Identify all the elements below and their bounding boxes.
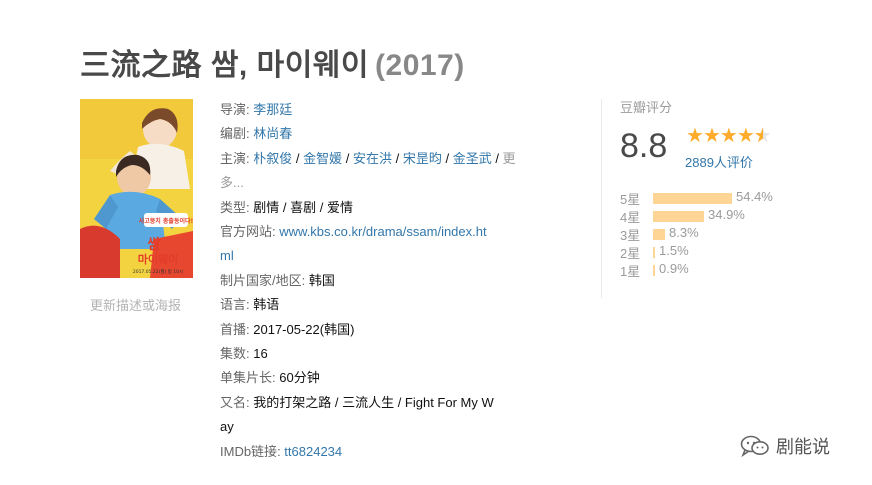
- rating-panel: 豆瓣评分 8.8 ★★★★★ 2889人评价 5星 54.4% 4星 34.9%…: [620, 97, 820, 279]
- breakdown-bar: [653, 247, 655, 258]
- rating-score: 8.8: [620, 127, 668, 165]
- website-link[interactable]: www.kbs.co.kr/drama/ssam/index.ht: [279, 224, 486, 239]
- language-row: 语言: 韩语: [220, 297, 280, 313]
- poster-title-line2: 마이웨이: [138, 252, 178, 266]
- breakdown-bar: [653, 193, 732, 204]
- watermark: 剧能说: [740, 433, 830, 463]
- breakdown-percent: 8.3%: [669, 225, 699, 240]
- writer-label: 编剧: [220, 126, 247, 142]
- star-icon: ★: [702, 125, 721, 147]
- country-value: 韩国: [308, 272, 335, 288]
- cast-link[interactable]: 安在洪: [353, 151, 392, 166]
- poster-date: 2017.05.22(월) 밤 10시: [133, 268, 183, 275]
- imdb-row: IMDb链接: tt6824234: [220, 443, 343, 459]
- runtime-row: 单集片长: 60分钟: [220, 370, 320, 386]
- breakdown-bar: [653, 265, 655, 276]
- poster-tagline: 사고뭉치 총출동이다!: [139, 217, 193, 225]
- genre-label: 类型: [220, 199, 247, 215]
- aka-label: 又名: [220, 394, 247, 410]
- writer-link[interactable]: 林尚春: [253, 126, 292, 141]
- premiere-row: 首播: 2017-05-22(韩国): [220, 321, 355, 337]
- cast-link[interactable]: 金圣武: [453, 151, 492, 166]
- website-link-cont[interactable]: ml: [220, 248, 234, 263]
- watermark-text: 剧能说: [776, 437, 830, 457]
- breakdown-bar: [653, 211, 704, 222]
- breakdown-label: 4星: [620, 210, 641, 225]
- breakdown-percent: 1.5%: [659, 243, 689, 258]
- episodes-value: 16: [253, 346, 268, 362]
- website-label: 官方网站: [220, 224, 273, 240]
- rating-stars-icon: ★★★★★: [686, 123, 772, 148]
- star-icon: ★: [736, 125, 755, 147]
- country-label: 制片国家/地区: [220, 272, 302, 288]
- premiere-label: 首播: [220, 321, 247, 337]
- premiere-value: 2017-05-22(韩国): [253, 321, 355, 337]
- star-icon: ★: [686, 125, 704, 147]
- genre-value: 喜剧: [290, 199, 317, 215]
- title-text: 三流之路 쌈, 마이웨이: [80, 49, 370, 82]
- page-title: 三流之路 쌈, 마이웨이 (2017): [80, 40, 465, 84]
- update-poster-link[interactable]: 更新描述或海报: [90, 295, 181, 314]
- breakdown-percent: 54.4%: [736, 189, 773, 204]
- genre-row: 类型: 剧情 / 喜剧 / 爱情: [220, 199, 353, 215]
- aka-value-cont: ay: [220, 419, 234, 435]
- cast-label: 主演: [220, 150, 247, 166]
- episodes-label: 集数: [220, 346, 247, 362]
- section-divider: [601, 99, 602, 298]
- breakdown-label: 3星: [620, 228, 641, 243]
- genre-value: 爱情: [326, 199, 353, 215]
- rating-label: 豆瓣评分: [620, 100, 673, 115]
- cast-row: 主演: 朴叙俊 / 金智媛 / 安在洪 / 宋昰昀 / 金圣武 / 更多...: [220, 150, 516, 191]
- language-label: 语言: [220, 297, 247, 313]
- country-row: 制片国家/地区: 韩国: [220, 272, 335, 288]
- poster-artwork: 사고뭉치 총출동이다! 쌈 마이웨이 2017.05.22(월) 밤 10시: [80, 99, 193, 278]
- poster-image[interactable]: 사고뭉치 총출동이다! 쌈 마이웨이 2017.05.22(월) 밤 10시: [80, 99, 193, 278]
- breakdown-label: 1星: [620, 264, 641, 279]
- half-star-icon: ★: [754, 123, 772, 148]
- info-panel: 导演: 李那廷 编剧: 林尚春 主演: 朴叙俊 / 金智媛 / 安在洪 / 宋昰…: [220, 98, 538, 464]
- cast-link[interactable]: 宋昰昀: [403, 151, 442, 166]
- imdb-link[interactable]: tt6824234: [284, 444, 342, 459]
- breakdown-label: 5星: [620, 192, 641, 207]
- website-row: 官方网站: www.kbs.co.kr/drama/ssam/index.ht m…: [220, 224, 487, 264]
- breakdown-percent: 34.9%: [708, 207, 745, 222]
- writer-row: 编剧: 林尚春: [220, 126, 293, 142]
- imdb-label: IMDb链接: [220, 443, 278, 459]
- votes-link[interactable]: 2889人评价: [685, 152, 753, 171]
- director-link[interactable]: 李那廷: [253, 102, 292, 117]
- cast-link[interactable]: 金智媛: [303, 151, 342, 166]
- aka-value: 我的打架之路 / 三流人生 / Fight For My W: [253, 394, 494, 410]
- director-row: 导演: 李那廷: [220, 102, 293, 117]
- breakdown-bar: [653, 229, 665, 240]
- star-icon: ★: [719, 125, 738, 147]
- language-value: 韩语: [253, 297, 280, 313]
- breakdown-percent: 0.9%: [659, 261, 689, 276]
- title-year: (2017): [375, 49, 465, 82]
- episodes-row: 集数: 16: [220, 346, 268, 362]
- cast-link[interactable]: 朴叙俊: [253, 151, 292, 166]
- poster-title-line1: 쌈: [148, 237, 161, 253]
- wechat-icon: [740, 434, 770, 463]
- director-label: 导演: [220, 102, 247, 117]
- aka-row: 又名: 我的打架之路 / 三流人生 / Fight For My Way: [220, 394, 494, 435]
- breakdown-label: 2星: [620, 246, 641, 261]
- runtime-label: 单集片长: [220, 370, 273, 386]
- genre-value: 剧情: [253, 199, 280, 215]
- runtime-value: 60分钟: [279, 370, 320, 386]
